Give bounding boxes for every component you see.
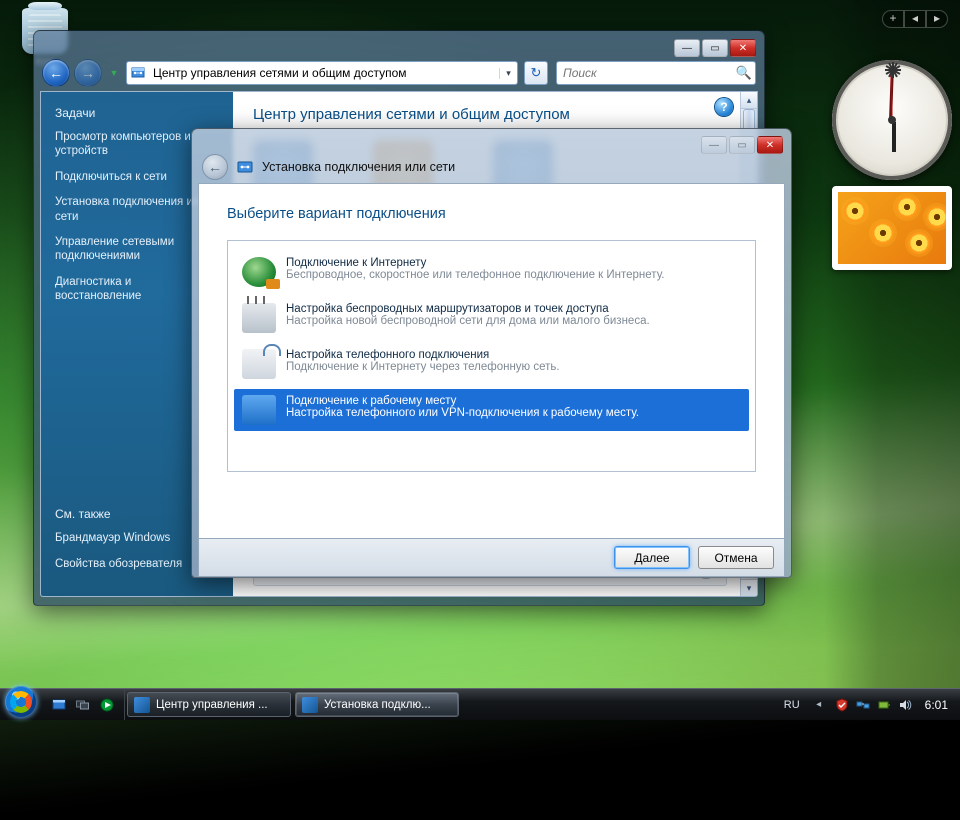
nav-back-button[interactable]: ←	[42, 59, 70, 87]
wizard-minimize-button[interactable]: —	[701, 136, 727, 154]
wizard-title: Установка подключения или сети	[262, 160, 455, 174]
maximize-button[interactable]: ▭	[702, 39, 728, 57]
address-dropdown[interactable]: ▾	[499, 68, 517, 79]
option-internet[interactable]: Подключение к Интернету Беспроводное, ск…	[234, 251, 749, 293]
windows-orb-icon	[5, 686, 37, 718]
option-workplace[interactable]: Подключение к рабочему месту Настройка т…	[234, 389, 749, 431]
cancel-button[interactable]: Отмена	[698, 546, 774, 569]
address-text: Центр управления сетями и общим доступом	[149, 66, 499, 80]
network-center-heading: Центр управления сетями и общим доступом	[253, 106, 737, 123]
taskbar-clock[interactable]: 6:01	[921, 698, 952, 712]
wizard-maximize-button[interactable]: ▭	[729, 136, 755, 154]
gadget-next-button[interactable]: ▸	[926, 10, 948, 28]
network-center-titlebar[interactable]: — ▭ ✕	[40, 37, 758, 59]
taskbar-network-icon	[134, 697, 150, 713]
help-icon[interactable]: ?	[715, 98, 733, 116]
quick-launch	[42, 689, 125, 720]
wizard-heading: Выберите вариант подключения	[227, 206, 756, 222]
phone-icon	[242, 349, 276, 379]
taskbar-network-center[interactable]: Центр управления ...	[127, 692, 291, 717]
slideshow-gadget[interactable]	[832, 186, 952, 270]
option-dialup[interactable]: Настройка телефонного подключения Подклю…	[234, 343, 749, 385]
scroll-up-button[interactable]: ▴	[741, 92, 757, 109]
taskbar-wizard[interactable]: Установка подклю...	[295, 692, 459, 717]
clock-second-hand	[891, 73, 893, 121]
tray-volume-icon[interactable]	[897, 697, 913, 713]
wizard-titlebar[interactable]: — ▭ ✕	[198, 135, 785, 155]
next-button[interactable]: Далее	[614, 546, 690, 569]
start-button[interactable]	[0, 689, 42, 720]
tray-expand-icon[interactable]: ◂	[812, 699, 826, 710]
address-bar[interactable]: Центр управления сетями и общим доступом…	[126, 61, 518, 85]
ql-switch-windows[interactable]	[72, 694, 94, 716]
tasks-heading: Задачи	[55, 106, 219, 120]
wizard-back-button[interactable]: ←	[202, 154, 228, 180]
wizard-icon	[236, 158, 254, 176]
search-icon[interactable]: 🔍	[733, 65, 755, 81]
option-wireless-router[interactable]: Настройка беспроводных маршрутизаторов и…	[234, 297, 749, 339]
router-icon	[242, 303, 276, 333]
tray-security-icon[interactable]	[834, 697, 850, 713]
gadget-prev-button[interactable]: ◂	[904, 10, 926, 28]
clock-gadget[interactable]	[832, 60, 952, 180]
refresh-button[interactable]: ↻	[524, 61, 548, 85]
gadget-controls: + ◂ ▸	[882, 10, 948, 28]
nav-history-dropdown[interactable]: ▼	[106, 61, 122, 85]
connection-options-list: Подключение к Интернету Беспроводное, ск…	[227, 240, 756, 472]
nav-forward-button[interactable]: →	[74, 59, 102, 87]
tray-battery-icon[interactable]	[876, 697, 892, 713]
connection-wizard-window: — ▭ ✕ ← Установка подключения или сети В…	[191, 128, 792, 578]
tray-network-icon[interactable]	[855, 697, 871, 713]
minimize-button[interactable]: —	[674, 39, 700, 57]
workplace-icon	[242, 395, 276, 425]
wizard-footer: Далее Отмена	[198, 539, 785, 577]
taskbar-wizard-icon	[302, 697, 318, 713]
globe-icon	[242, 257, 276, 287]
clock-hour-hand	[892, 122, 896, 152]
search-box[interactable]: 🔍	[556, 61, 756, 85]
address-icon	[127, 63, 149, 83]
system-tray: RU ◂ 6:01	[776, 689, 960, 720]
scroll-down-button[interactable]: ▾	[741, 579, 757, 596]
wizard-body: Выберите вариант подключения Подключение…	[198, 183, 785, 539]
language-indicator[interactable]: RU	[784, 699, 800, 711]
wizard-close-button[interactable]: ✕	[757, 136, 783, 154]
explorer-toolbar: ← → ▼ Центр управления сетями и общим до…	[40, 59, 758, 91]
close-button[interactable]: ✕	[730, 39, 756, 57]
search-input[interactable]	[557, 66, 733, 80]
wizard-header: ← Установка подключения или сети	[198, 155, 785, 183]
ql-show-desktop[interactable]	[48, 694, 70, 716]
ql-media-player[interactable]	[96, 694, 118, 716]
taskbar: Центр управления ... Установка подклю...…	[0, 688, 960, 720]
gadget-add-button[interactable]: +	[882, 10, 904, 28]
